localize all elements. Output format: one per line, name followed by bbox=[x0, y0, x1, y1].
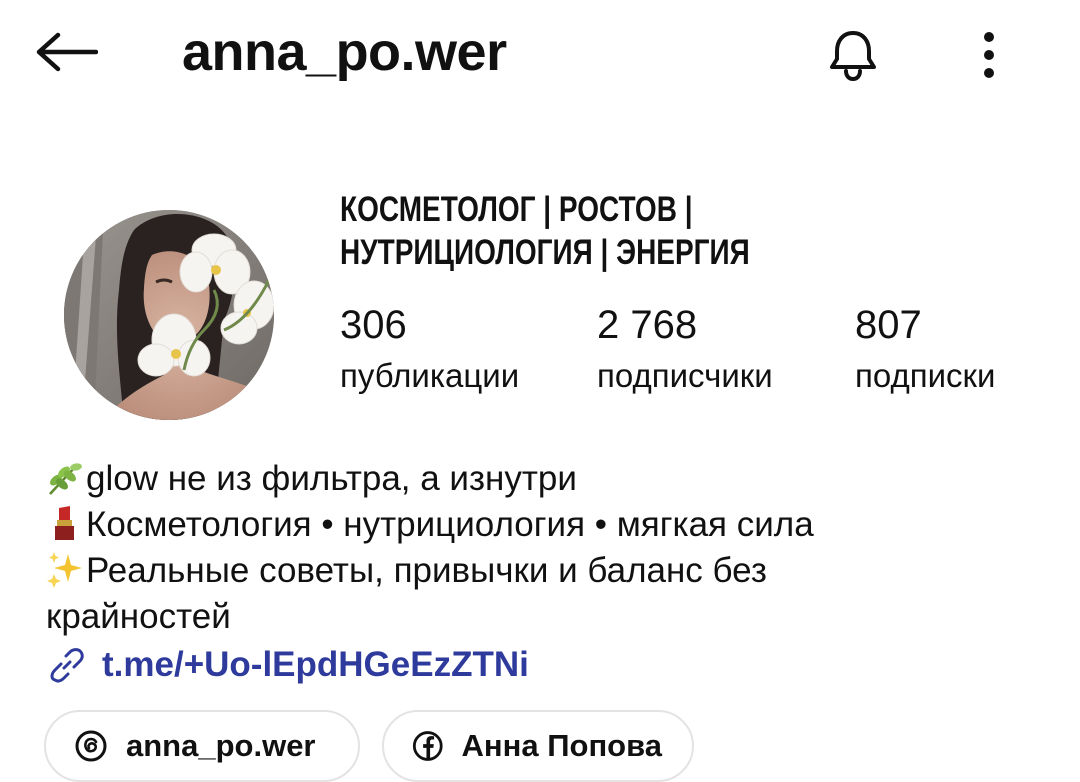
bio-line-1-text: glow не из фильтра, а изнутри bbox=[86, 459, 577, 498]
profile-bio: glow не из фильтра, а изнутри Косметолог… bbox=[46, 456, 1046, 640]
bell-icon bbox=[830, 31, 876, 82]
threads-icon bbox=[75, 730, 107, 762]
followers-label: подписчики bbox=[597, 357, 773, 394]
threads-chip-label: anna_po.wer bbox=[126, 728, 316, 763]
more-vertical-icon bbox=[984, 32, 994, 78]
profile-category: КОСМЕТОЛОГ | РОСТОВ | НУТРИЦИОЛОГИЯ | ЭН… bbox=[340, 188, 900, 274]
profile-link-text: t.me/+Uo-lEpdHGeEzZTNi bbox=[102, 645, 529, 684]
followers-count: 2 768 bbox=[597, 303, 698, 347]
avatar-photo bbox=[64, 210, 274, 420]
link-icon bbox=[50, 648, 84, 683]
threads-profile-chip[interactable]: anna_po.wer bbox=[44, 710, 360, 782]
top-bar: anna_po.wer bbox=[0, 0, 1080, 110]
stat-following[interactable]: 807 подписки bbox=[855, 300, 995, 402]
category-line-1: КОСМЕТОЛОГ | РОСТОВ | bbox=[340, 190, 693, 229]
facebook-chip-label: Анна Попова bbox=[461, 728, 662, 763]
following-label: подписки bbox=[855, 357, 996, 394]
posts-count: 306 bbox=[340, 303, 407, 347]
lipstick-icon bbox=[46, 504, 86, 542]
facebook-profile-chip[interactable]: Анна Попова bbox=[382, 710, 694, 782]
notifications-button[interactable] bbox=[818, 20, 888, 90]
bio-line-2: Косметология • нутрициология • мягкая си… bbox=[46, 502, 1046, 548]
facebook-icon bbox=[412, 731, 443, 761]
bio-line-3: Реальные советы, привычки и баланс без к… bbox=[46, 548, 906, 640]
profile-stats: 306 публикации 2 768 подписчики 807 подп… bbox=[340, 300, 1060, 410]
profile-link[interactable]: t.me/+Uo-lEpdHGeEzZTNi bbox=[46, 642, 529, 688]
bio-line-2-text: Косметология • нутрициология • мягкая си… bbox=[86, 505, 814, 544]
bio-line-3-text: Реальные советы, привычки и баланс без к… bbox=[46, 551, 767, 636]
posts-label: публикации bbox=[340, 357, 520, 394]
back-button[interactable] bbox=[30, 22, 102, 82]
category-line-2: НУТРИЦИОЛОГИЯ | ЭНЕРГИЯ bbox=[340, 233, 750, 272]
herb-icon bbox=[46, 460, 86, 496]
stat-followers[interactable]: 2 768 подписчики bbox=[597, 300, 773, 402]
following-count: 807 bbox=[855, 303, 922, 347]
stat-posts[interactable]: 306 публикации bbox=[340, 300, 519, 402]
sparkles-icon bbox=[46, 550, 86, 588]
more-options-button[interactable] bbox=[962, 20, 1016, 90]
profile-avatar[interactable] bbox=[64, 210, 274, 420]
arrow-left-icon bbox=[36, 32, 98, 72]
bio-line-1: glow не из фильтра, а изнутри bbox=[46, 456, 1046, 502]
profile-username-title: anna_po.wer bbox=[182, 22, 507, 82]
